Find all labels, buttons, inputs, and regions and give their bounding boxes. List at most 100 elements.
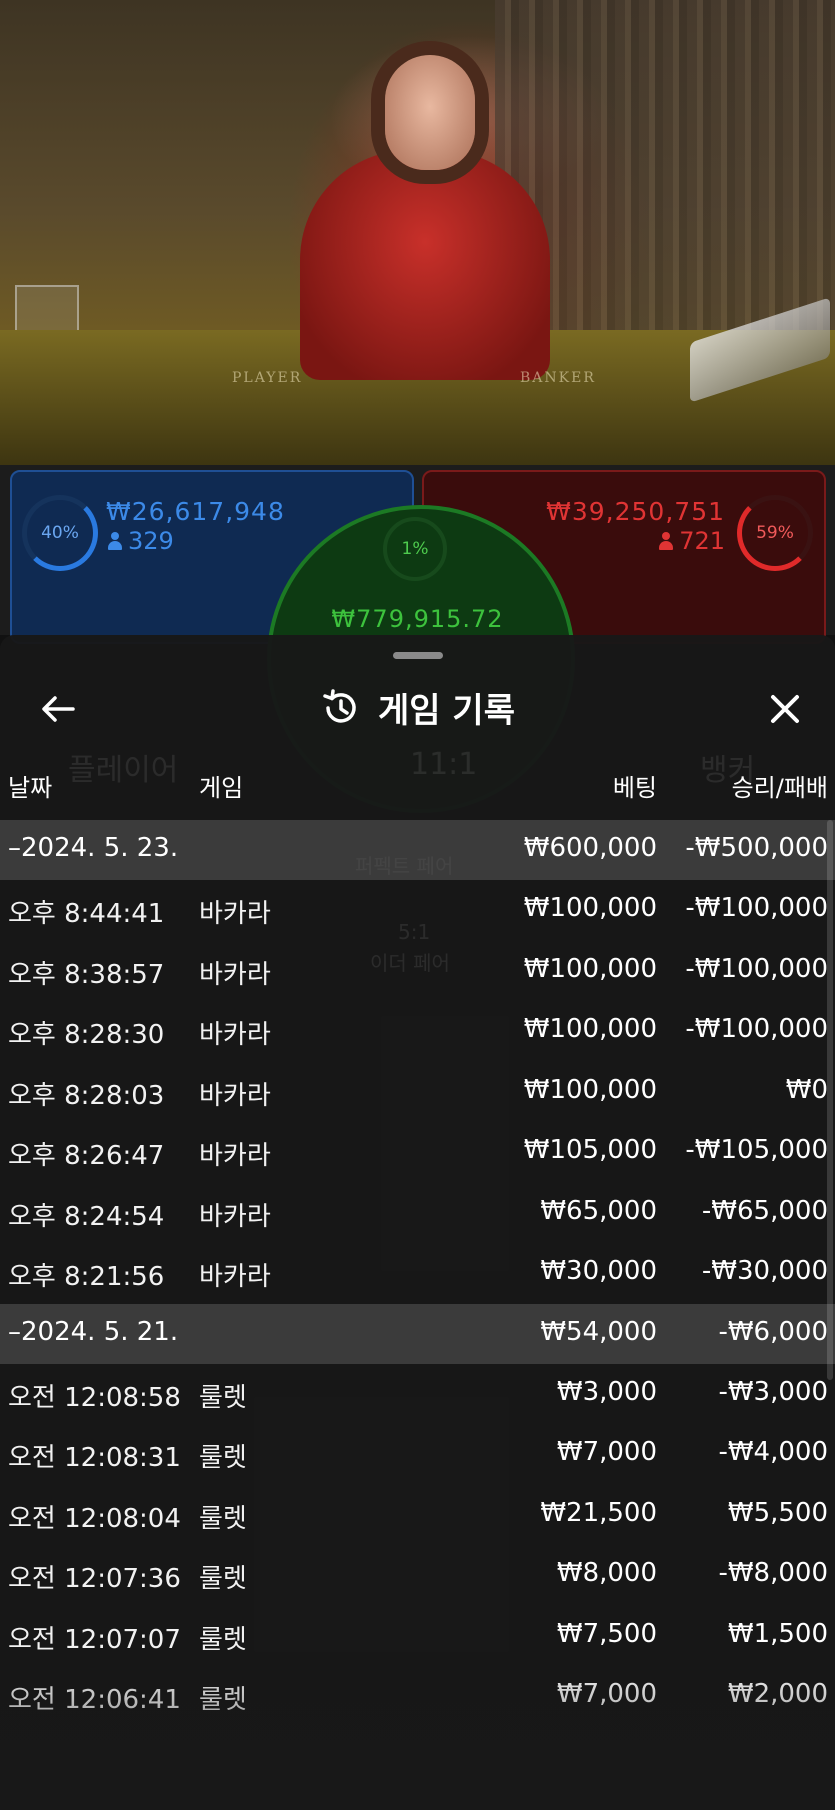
history-scrollbar[interactable] xyxy=(827,820,833,1380)
row-time: 오후 8:26:47 xyxy=(8,1141,165,1171)
sheet-drag-handle[interactable] xyxy=(393,652,443,659)
column-header-bet: 베팅 xyxy=(612,774,657,802)
live-video-stream: PLAYER BANKER xyxy=(0,0,835,470)
dealer-head xyxy=(385,55,475,170)
person-icon xyxy=(108,532,122,550)
row-result: -₩100,000 xyxy=(685,1014,828,1044)
history-row[interactable]: 오후 8:38:57 바카라 ₩100,000 -₩100,000 xyxy=(0,941,835,1002)
close-button[interactable] xyxy=(763,687,807,731)
group-date: –2024. 5. 21. xyxy=(8,1316,179,1347)
row-time: 오전 12:08:04 xyxy=(8,1503,181,1534)
row-game: 룰렛 xyxy=(199,1685,247,1715)
history-icon xyxy=(323,688,356,723)
tie-percent: 1% xyxy=(401,539,429,559)
row-time: 오후 8:44:41 xyxy=(8,899,165,929)
banker-count: 721 xyxy=(659,527,725,555)
banker-count-value: 721 xyxy=(679,527,725,555)
date-group-header[interactable]: –2024. 5. 23. ₩600,000 -₩500,000 xyxy=(0,820,835,880)
history-row[interactable]: 오전 12:07:07 룰렛 ₩7,500 ₩1,500 xyxy=(0,1606,835,1667)
player-percent: 40% xyxy=(41,523,79,543)
row-game: 룰렛 xyxy=(199,1564,247,1594)
column-header-result: 승리/패배 xyxy=(731,774,828,802)
row-game: 바카라 xyxy=(199,1262,271,1292)
banker-total-amount: ₩39,250,751 xyxy=(546,497,725,526)
row-time: 오후 8:28:03 xyxy=(8,1080,165,1111)
history-row[interactable]: 오전 12:07:36 룰렛 ₩8,000 -₩8,000 xyxy=(0,1545,835,1606)
history-list[interactable]: –2024. 5. 23. ₩600,000 -₩500,000 오후 8:44… xyxy=(0,820,835,1727)
row-time: 오전 12:08:31 xyxy=(8,1443,181,1473)
dealer xyxy=(300,150,550,380)
row-bet: ₩100,000 xyxy=(523,893,657,923)
row-result: ₩0 xyxy=(785,1074,828,1105)
row-time: 오후 8:38:57 xyxy=(8,959,165,990)
group-date: –2024. 5. 23. xyxy=(8,833,179,863)
history-row[interactable]: 오전 12:08:31 룰렛 ₩7,000 -₩4,000 xyxy=(0,1424,835,1485)
row-result: ₩5,500 xyxy=(727,1497,828,1528)
row-result: -₩65,000 xyxy=(701,1195,828,1226)
history-row[interactable]: 오후 8:28:03 바카라 ₩100,000 ₩0 xyxy=(0,1062,835,1123)
row-result: -₩8,000 xyxy=(718,1558,828,1588)
row-time: 오전 12:07:07 xyxy=(8,1624,181,1655)
sheet-title: 게임 기록 xyxy=(378,691,515,731)
history-row[interactable]: 오후 8:26:47 바카라 ₩105,000 -₩105,000 xyxy=(0,1122,835,1183)
sheet-title-wrap: 게임 기록 xyxy=(0,683,835,732)
row-game: 룰렛 xyxy=(199,1382,247,1413)
row-time: 오전 12:06:41 xyxy=(8,1685,181,1715)
group-total-bet: ₩54,000 xyxy=(540,1316,657,1347)
sheet-header: 게임 기록 xyxy=(0,675,835,745)
row-time: 오후 8:24:54 xyxy=(8,1201,165,1232)
history-row[interactable]: 오전 12:08:04 룰렛 ₩21,500 ₩5,500 xyxy=(0,1485,835,1546)
player-percent-ring: 40% xyxy=(22,495,98,571)
row-game: 룰렛 xyxy=(199,1503,247,1534)
row-bet: ₩65,000 xyxy=(540,1195,657,1226)
row-time: 오전 12:08:58 xyxy=(8,1382,181,1413)
felt-label-banker: BANKER xyxy=(520,370,596,386)
row-bet: ₩8,000 xyxy=(556,1558,657,1588)
row-bet: ₩3,000 xyxy=(556,1376,657,1407)
row-bet: ₩7,000 xyxy=(556,1437,657,1467)
group-total-result: -₩500,000 xyxy=(685,833,828,863)
row-time: 오후 8:28:30 xyxy=(8,1020,165,1050)
date-group-header[interactable]: –2024. 5. 21. ₩54,000 -₩6,000 xyxy=(0,1303,835,1364)
banker-percent-ring: 59% xyxy=(737,495,813,571)
row-game: 바카라 xyxy=(199,899,271,929)
row-bet: ₩105,000 xyxy=(523,1135,657,1165)
history-row[interactable]: 오후 8:21:56 바카라 ₩30,000 -₩30,000 xyxy=(0,1243,835,1304)
row-game: 바카라 xyxy=(199,959,271,990)
player-count-value: 329 xyxy=(128,527,174,555)
row-bet: ₩100,000 xyxy=(523,1014,657,1044)
row-bet: ₩7,000 xyxy=(556,1679,657,1709)
history-row[interactable]: 오후 8:24:54 바카라 ₩65,000 -₩65,000 xyxy=(0,1183,835,1244)
row-result: ₩1,500 xyxy=(727,1618,828,1649)
group-total-bet: ₩600,000 xyxy=(523,833,657,863)
person-icon xyxy=(659,532,674,550)
group-total-result: -₩6,000 xyxy=(718,1316,828,1347)
player-total-amount: ₩26,617,948 xyxy=(106,497,285,526)
player-count: 329 xyxy=(108,527,174,555)
tie-total-amount: ₩779,915.72 xyxy=(331,605,504,633)
row-time: 오전 12:07:36 xyxy=(8,1564,181,1594)
row-game: 룰렛 xyxy=(199,1443,247,1473)
row-game: 바카라 xyxy=(199,1020,271,1050)
history-row[interactable]: 오전 12:06:41 룰렛 ₩7,000 ₩2,000 xyxy=(0,1666,835,1727)
felt-label-player: PLAYER xyxy=(232,370,303,386)
game-history-sheet: 플레이어 11:1 뱅커 퍼펙트 페어 5:1 이더 페어 게임 기록 날짜 게… xyxy=(0,635,835,1810)
betting-stats-panel: 40% ₩26,617,948 329 59% ₩39,250,751 721 … xyxy=(0,465,835,813)
row-result: -₩100,000 xyxy=(685,893,828,923)
row-result: -₩30,000 xyxy=(701,1256,828,1286)
close-icon xyxy=(771,695,799,723)
row-game: 바카라 xyxy=(199,1201,271,1232)
row-bet: ₩30,000 xyxy=(540,1256,657,1286)
row-bet: ₩7,500 xyxy=(556,1618,657,1649)
history-row[interactable]: 오전 12:08:58 룰렛 ₩3,000 -₩3,000 xyxy=(0,1364,835,1425)
row-result: -₩4,000 xyxy=(718,1437,828,1467)
column-header-date: 날짜 xyxy=(8,774,53,802)
row-result: -₩3,000 xyxy=(718,1376,828,1407)
history-row[interactable]: 오후 8:44:41 바카라 ₩100,000 -₩100,000 xyxy=(0,880,835,941)
history-row[interactable]: 오후 8:28:30 바카라 ₩100,000 -₩100,000 xyxy=(0,1001,835,1062)
row-bet: ₩21,500 xyxy=(540,1497,657,1528)
row-game: 바카라 xyxy=(199,1141,271,1171)
banker-percent: 59% xyxy=(756,523,794,543)
tie-percent-ring: 1% xyxy=(383,517,447,581)
column-headers: 날짜 게임 베팅 승리/패배 xyxy=(0,768,835,808)
